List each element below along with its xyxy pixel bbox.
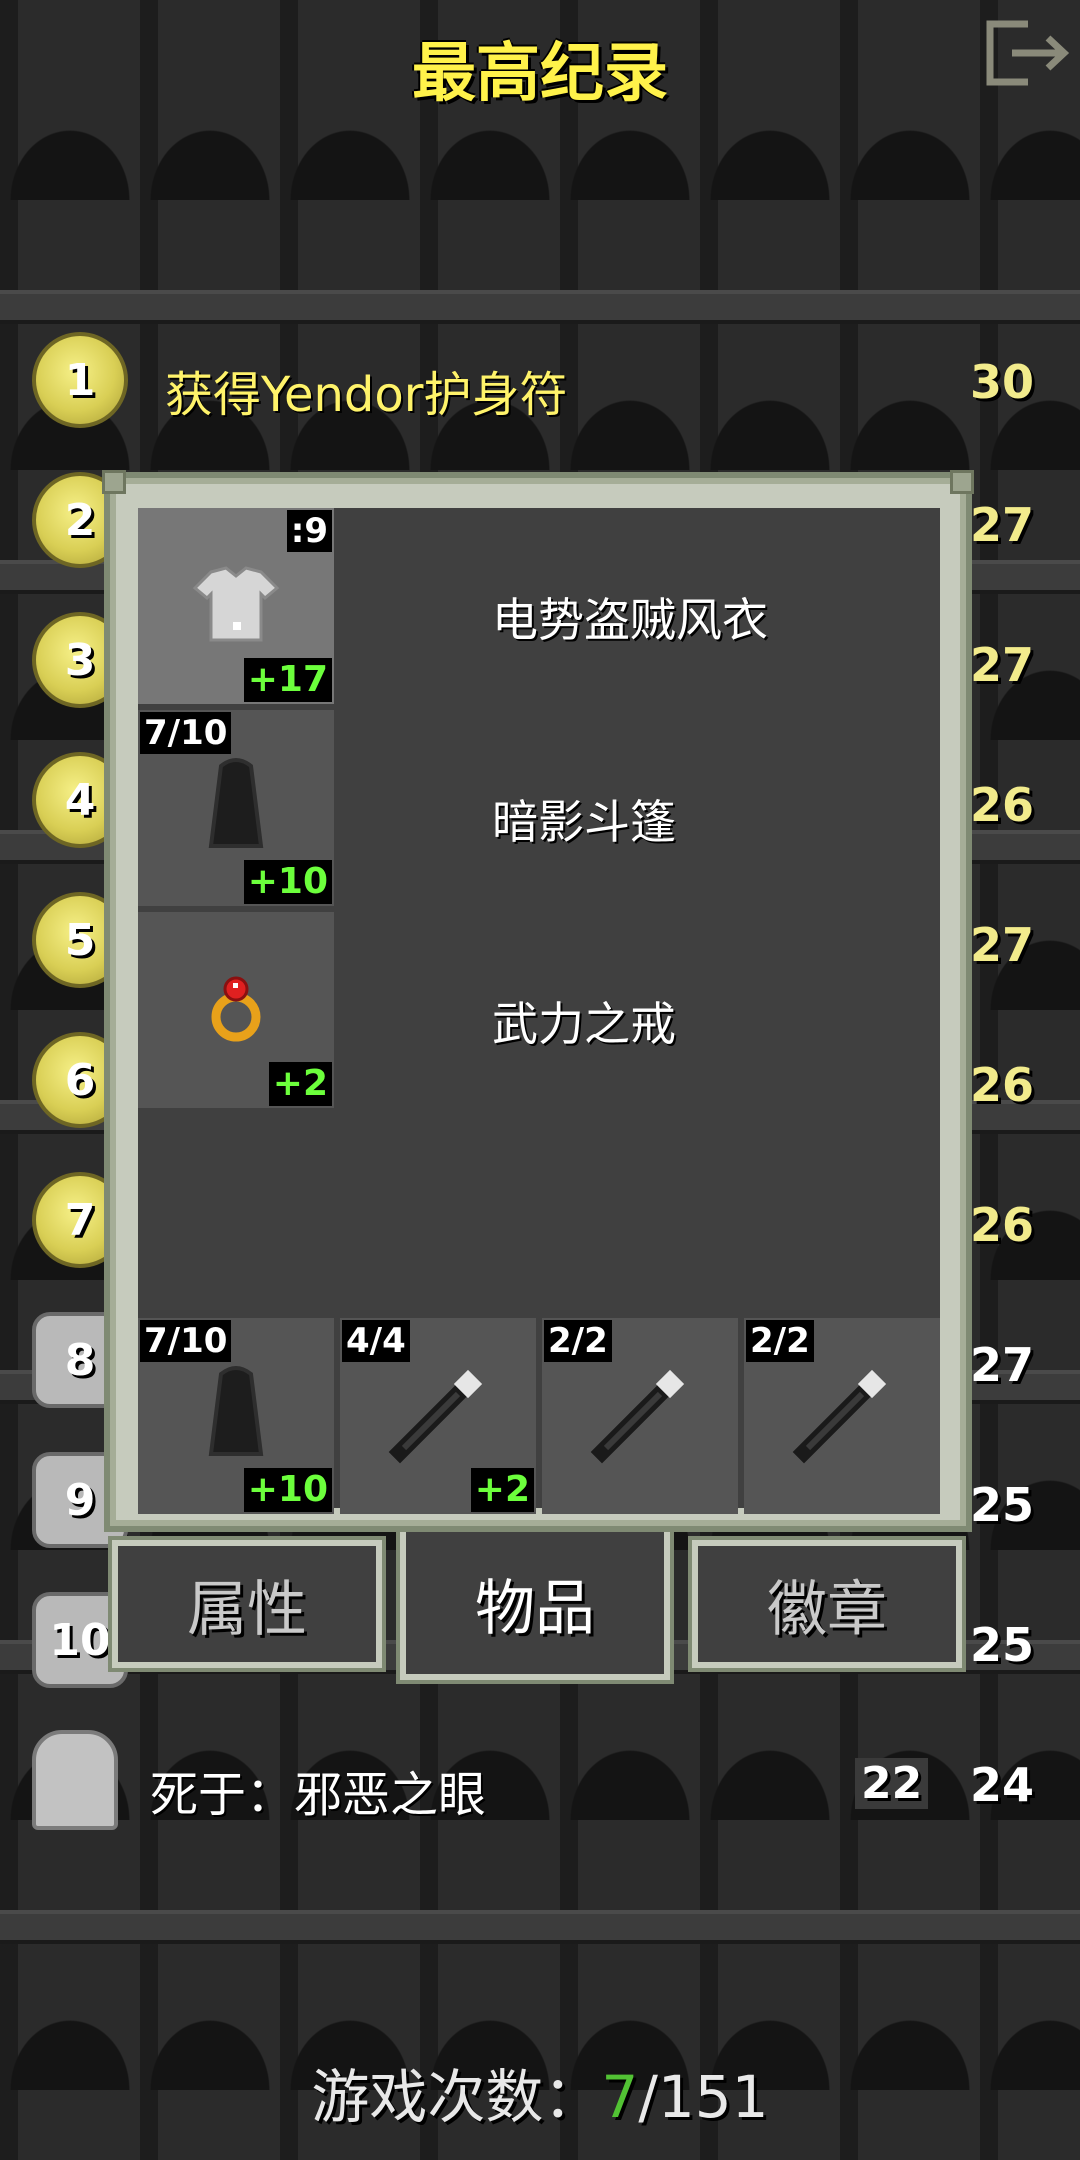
ring-slot[interactable]: +2: [138, 912, 334, 1108]
record-detail-dialog: :9 +17 电势盗贼风衣 7/10 +10 暗影斗篷 +2 武力之戒 7/10…: [102, 470, 974, 1532]
games-total: /151: [638, 2063, 769, 2131]
rank-badge: 1: [32, 332, 128, 428]
armor-slot[interactable]: :9 +17: [138, 508, 334, 704]
quickslot-bonus: +2: [470, 1468, 534, 1512]
cloak-slot[interactable]: 7/10 +10: [138, 710, 334, 906]
tombstone-icon: [32, 1730, 118, 1830]
quickslot-charges: 2/2: [746, 1320, 814, 1362]
games-current: 7: [601, 2063, 639, 2131]
quickslot-charges: 7/10: [140, 1320, 232, 1362]
quickslot-charges: 2/2: [544, 1320, 612, 1362]
ranking-level: 26: [970, 1198, 1035, 1252]
wand-icon: [792, 1364, 892, 1468]
item-bonus: +17: [243, 658, 332, 702]
ranking-level: 27: [970, 918, 1035, 972]
tab-items[interactable]: 物品: [400, 1532, 670, 1680]
quickslot-bonus: +10: [243, 1468, 332, 1512]
exit-icon[interactable]: [984, 18, 1074, 88]
cloak-icon: [201, 1364, 271, 1468]
item-bonus: +10: [243, 860, 332, 904]
wand-icon: [590, 1364, 690, 1468]
corner-ornament: [950, 470, 974, 494]
quickslot[interactable]: 7/10 +10: [138, 1318, 334, 1514]
page-title: 最高纪录: [412, 37, 668, 111]
ranking-level: 25: [970, 1618, 1035, 1672]
item-durability: :9: [286, 510, 332, 552]
wand-icon: [388, 1364, 488, 1468]
ring-icon: [206, 973, 266, 1047]
armor-icon: [191, 564, 281, 648]
item-name: 暗影斗篷: [492, 795, 676, 849]
item-name: 电势盗贼风衣: [492, 593, 768, 647]
ranking-level: 26: [970, 778, 1035, 832]
item-bonus: +2: [268, 1062, 332, 1106]
death-cause[interactable]: 死于：邪恶之眼: [150, 1755, 486, 1825]
ranking-description[interactable]: 获得Yendor护身符: [165, 355, 567, 425]
ranking-level: 25: [970, 1478, 1035, 1532]
depth-indicator: 22: [855, 1758, 929, 1809]
tab-stats[interactable]: 属性: [112, 1540, 382, 1668]
ranking-level: 27: [970, 638, 1035, 692]
ranking-level: 26: [970, 1058, 1035, 1112]
item-charges: 7/10: [140, 712, 232, 754]
corner-ornament: [102, 470, 126, 494]
games-label: 游戏次数：: [311, 2063, 602, 2131]
items-panel: :9 +17 电势盗贼风衣 7/10 +10 暗影斗篷 +2 武力之戒 7/10…: [138, 508, 940, 1514]
quickslot[interactable]: 4/4 +2: [340, 1318, 536, 1514]
quickslot-charges: 4/4: [342, 1320, 410, 1362]
quickslot[interactable]: 2/2: [744, 1318, 940, 1514]
ranking-level: 27: [970, 1338, 1035, 1392]
ranking-level: 27: [970, 498, 1035, 552]
tab-badges[interactable]: 徽章: [692, 1540, 962, 1668]
quickslot[interactable]: 2/2: [542, 1318, 738, 1514]
ranking-level: 30: [970, 355, 1035, 409]
item-name: 武力之戒: [492, 997, 676, 1051]
cloak-icon: [201, 756, 271, 860]
games-played: 游戏次数：7/151: [0, 2050, 1080, 2134]
death-level: 24: [970, 1758, 1035, 1812]
